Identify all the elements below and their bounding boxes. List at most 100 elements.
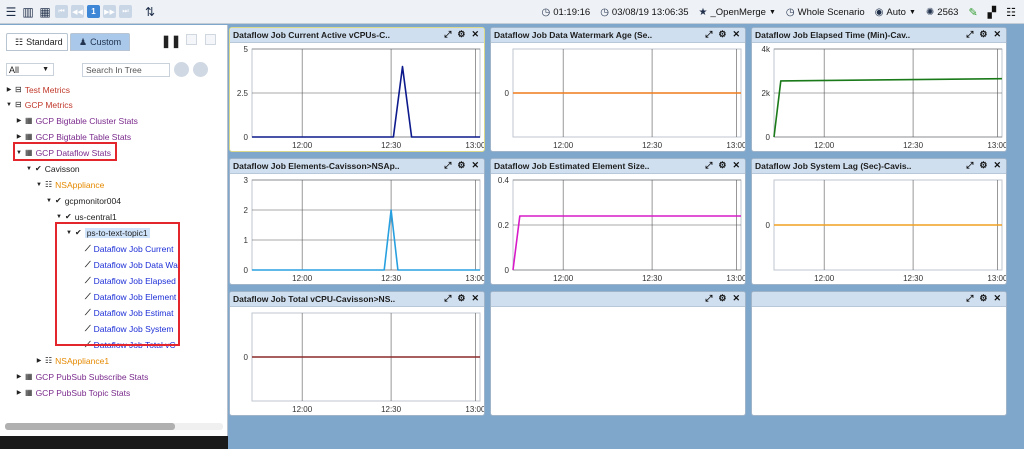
tree-node[interactable]: ▼ ☷ NSAppliance [36,178,104,191]
collapse-button[interactable] [205,34,216,45]
panel-header[interactable]: Dataflow Job Estimated Element Size.. ⤢ ⚙ ✕ [491,159,745,174]
next-page-button[interactable]: ▶▶ [103,5,116,18]
filter-select[interactable]: All ▼ [6,63,54,76]
expand-icon[interactable]: ⤢ [966,29,973,40]
gear-icon[interactable]: ⚙ [718,293,726,304]
close-icon[interactable]: ✕ [993,29,1001,40]
page-number-button[interactable]: 1 [87,5,100,18]
close-icon[interactable]: ✕ [732,160,740,171]
caret-right-icon[interactable]: ▶ [36,357,42,364]
panel-header[interactable]: ⤢ ⚙ ✕ [752,292,1006,307]
panel-header[interactable]: Dataflow Job Elements-Cavisson>NSAp.. ⤢ ⚙ ✕ [230,159,484,174]
gear-icon[interactable]: ⚙ [457,160,465,171]
tree-node[interactable]: ▶ ☷ NSAppliance1 [36,354,109,367]
y-tick-label: 4k [762,45,771,54]
graph-panel[interactable]: Dataflow Job System Lag (Sec)-Cavis.. ⤢ ⚙ ✕… [751,158,1007,285]
gear-icon[interactable]: ⚙ [718,160,726,171]
close-icon[interactable]: ✕ [732,29,740,40]
gear-icon[interactable]: ⚙ [979,29,987,40]
expand-icon[interactable]: ⤢ [966,293,973,304]
caret-right-icon[interactable]: ▶ [16,133,22,140]
tree-node[interactable]: ▼ ✔ gcpmonitor004 [46,194,121,207]
graph-panel[interactable]: Dataflow Job Estimated Element Size.. ⤢ ⚙ ✕… [490,158,746,285]
search-button[interactable] [174,62,189,77]
caret-right-icon[interactable]: ▶ [16,373,22,380]
caret-down-icon[interactable]: ▼ [6,102,12,108]
scenario-selector[interactable]: ◷ Whole Scenario [786,7,865,18]
panel-header[interactable]: ⤢ ⚙ ✕ [491,292,745,307]
gear-icon[interactable]: ⚙ [457,29,465,40]
panel-title: Dataflow Job Estimated Element Size.. [494,161,650,171]
expand-button[interactable] [186,34,197,45]
last-page-button[interactable]: ⏭ [119,5,132,18]
panel-body: 0 0.2 0.4 12:00 12:30 13:00 [491,174,745,284]
expand-icon[interactable]: ⤢ [966,160,973,171]
gear-icon[interactable]: ⚙ [718,29,726,40]
expand-icon[interactable]: ⤢ [705,160,712,171]
expand-icon[interactable]: ⤢ [444,293,451,304]
graph-panel[interactable]: Dataflow Job Total vCPU-Cavisson>NS.. ⤢ ⚙ ✕… [229,291,485,416]
close-icon[interactable]: ✕ [993,160,1001,171]
graph-panel[interactable]: ⤢ ⚙ ✕ [490,291,746,416]
search-input[interactable]: Search In Tree [82,62,170,77]
graph-panel[interactable]: Dataflow Job Elapsed Time (Min)-Cav.. ⤢ ⚙ ✕… [751,27,1007,152]
menu-icon[interactable]: ☰ [4,5,18,19]
merge-selector[interactable]: ★ _OpenMerge ▼ [699,7,776,18]
graph-panel[interactable]: ⤢ ⚙ ✕ [751,291,1007,416]
sort-icon[interactable]: ⇅ [143,5,157,19]
view-selector[interactable]: ◉ Auto ▼ [875,7,916,18]
expand-icon[interactable]: ⤢ [705,293,712,304]
graph-panel[interactable]: Dataflow Job Data Watermark Age (Se.. ⤢ ⚙ ✕… [490,27,746,152]
caret-right-icon[interactable]: ▶ [16,117,22,124]
tree-node[interactable]: ▼ ✔ Cavisson [26,162,80,175]
caret-down-icon[interactable]: ▼ [46,198,52,204]
scrollbar-thumb[interactable] [5,423,175,430]
close-icon[interactable]: ✕ [732,293,740,304]
panel-header[interactable]: Dataflow Job Elapsed Time (Min)-Cav.. ⤢ ⚙ ✕ [752,28,1006,43]
close-icon[interactable]: ✕ [471,293,479,304]
caret-right-icon[interactable]: ▶ [6,86,12,93]
panel-header[interactable]: Dataflow Job Total vCPU-Cavisson>NS.. ⤢ ⚙ ✕ [230,292,484,307]
pin-icon[interactable]: ✎ [968,6,977,19]
list-icon[interactable]: ☷ [1006,6,1016,19]
expand-icon[interactable]: ⤢ [444,160,451,171]
gear-icon[interactable]: ⚙ [457,293,465,304]
first-page-button[interactable]: ⏮ [55,5,68,18]
close-icon[interactable]: ✕ [471,160,479,171]
tree-node[interactable]: ▶ ▦ GCP Bigtable Cluster Stats [16,114,138,127]
caret-down-icon[interactable]: ▼ [56,214,62,220]
x-tick-label: 12:00 [553,141,574,150]
caret-right-icon[interactable]: ▶ [16,389,22,396]
caret-down-icon[interactable]: ▼ [26,166,32,172]
close-icon[interactable]: ✕ [471,29,479,40]
expand-icon[interactable]: ⤢ [705,29,712,40]
gear-icon[interactable]: ⚙ [979,293,987,304]
graph-panel[interactable]: Dataflow Job Current Active vCPUs-C.. ⤢ ⚙ ✕… [229,27,485,152]
panel-header[interactable]: Dataflow Job Current Active vCPUs-C.. ⤢ ⚙ ✕ [230,28,484,43]
tree-node[interactable]: ▼ ⊟ GCP Metrics [6,98,73,111]
grid-icon[interactable]: ▦ [38,5,52,19]
graph-panel[interactable]: Dataflow Job Elements-Cavisson>NSAp.. ⤢ ⚙ ✕… [229,158,485,285]
expand-icon[interactable]: ⤢ [444,29,451,40]
refresh-count[interactable]: ✺ 2563 [926,7,959,18]
prev-page-button[interactable]: ◀◀ [71,5,84,18]
caret-down-icon: ▼ [768,8,776,16]
horizontal-scrollbar[interactable] [5,423,223,430]
layout-icon[interactable]: ▞ [988,6,996,19]
panel-header[interactable]: Dataflow Job Data Watermark Age (Se.. ⤢ ⚙ ✕ [491,28,745,43]
chart: 0 0.2 0.4 12:00 12:30 13:00 [498,176,745,283]
tab-custom[interactable]: ♟ Custom [70,33,130,51]
close-icon[interactable]: ✕ [993,293,1001,304]
clear-search-button[interactable] [193,62,208,77]
panel-body [752,307,1006,415]
y-tick-label: 0.2 [498,221,510,230]
tree-node[interactable]: ▶ ▦ GCP PubSub Topic Stats [16,386,131,399]
pause-icon[interactable]: ❚❚ [161,34,181,48]
tab-standard[interactable]: ☷ Standard [6,33,68,51]
bar-chart-icon[interactable]: ▥ [21,5,35,19]
tree-node[interactable]: ▶ ▦ GCP PubSub Subscribe Stats [16,370,149,383]
tree-node[interactable]: ▶ ⊟ Test Metrics [6,83,70,96]
gear-icon[interactable]: ⚙ [979,160,987,171]
panel-header[interactable]: Dataflow Job System Lag (Sec)-Cavis.. ⤢ ⚙ ✕ [752,159,1006,174]
caret-down-icon[interactable]: ▼ [36,182,42,188]
